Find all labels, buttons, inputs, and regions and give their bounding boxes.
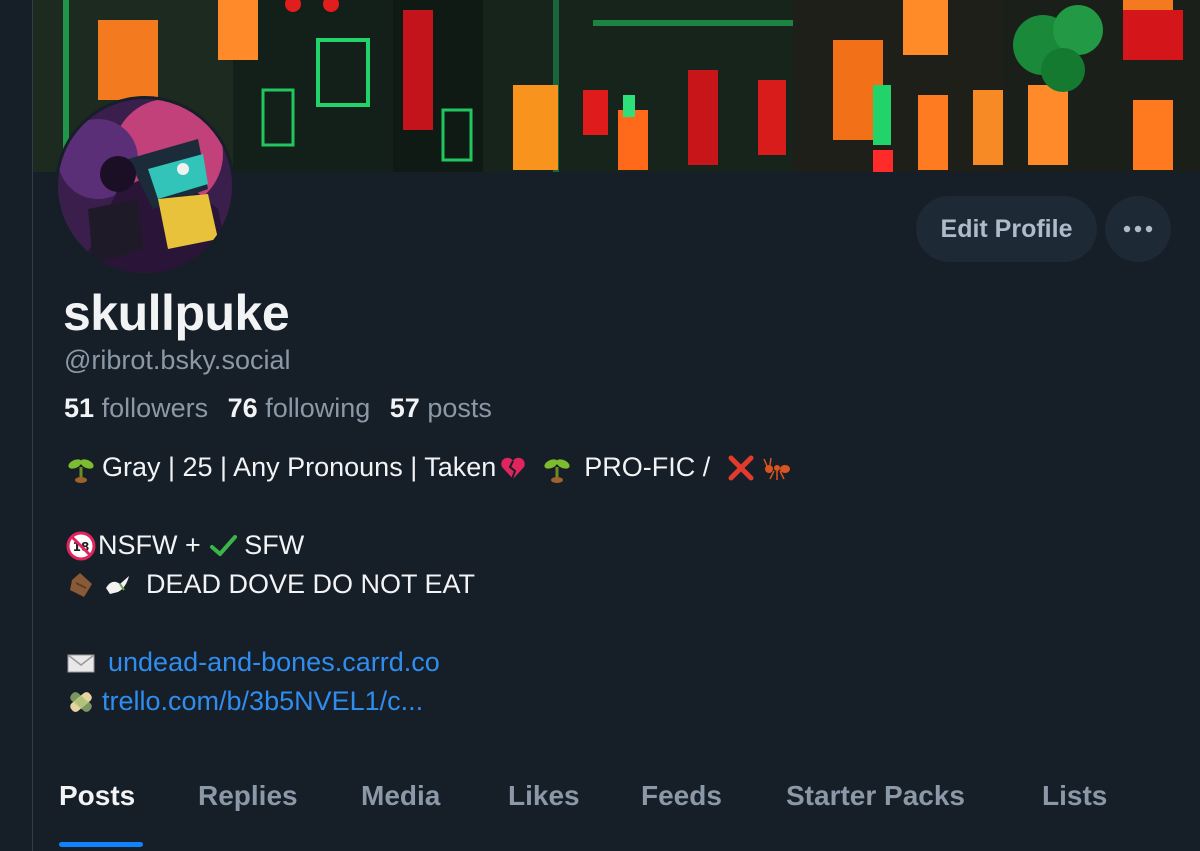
tab-media[interactable]: Media [361, 780, 440, 812]
bio-line-1: Gray | 25 | Any Pronouns | Taken PRO-FIC… [66, 448, 1166, 487]
profile-tabs: Posts Replies Media Likes Feeds Starter … [33, 766, 1200, 851]
tab-feeds[interactable]: Feeds [641, 780, 722, 812]
coffin-icon [70, 572, 92, 597]
seedling-icon [544, 458, 570, 483]
cross-mark-icon [728, 455, 754, 480]
check-mark-icon [210, 534, 238, 556]
tab-likes[interactable]: Likes [508, 780, 580, 812]
envelope-icon [67, 653, 95, 672]
tab-starter-packs[interactable]: Starter Packs [786, 780, 965, 812]
bio-text-2: PRO-FIC / [584, 452, 718, 482]
bio-text-4: SFW [244, 530, 305, 560]
following-link[interactable]: 76 following [228, 393, 371, 423]
posts-count: 57 [389, 393, 420, 423]
bio-line-2: 18 NSFW + SFW [66, 526, 1166, 565]
followers-link[interactable]: 51 followers [64, 393, 208, 423]
bio-line-5: trello.com/b/3b5NVEL1/c... [66, 682, 1166, 721]
profile-bio: Gray | 25 | Any Pronouns | Taken PRO-FIC… [66, 448, 1166, 721]
bio-text-5: DEAD DOVE DO NOT EAT [146, 569, 476, 599]
avatar[interactable] [55, 96, 235, 276]
tab-replies[interactable]: Replies [198, 780, 298, 812]
more-options-button[interactable] [1105, 196, 1171, 262]
bio-line-4: undead-and-bones.carrd.co [66, 643, 1166, 682]
posts-label: posts [427, 393, 492, 423]
followers-label: followers [101, 393, 209, 423]
ant-icon [763, 457, 790, 480]
broken-heart-icon [501, 457, 526, 479]
tab-posts[interactable]: Posts [59, 780, 135, 812]
avatar-image [58, 99, 232, 273]
edit-profile-button[interactable]: Edit Profile [916, 196, 1097, 262]
profile-page: Edit Profile skullpuke @ribrot.bsky.soci… [32, 0, 1200, 851]
display-name: skullpuke [63, 285, 290, 341]
tab-lists[interactable]: Lists [1042, 780, 1107, 812]
followers-count: 51 [64, 393, 95, 423]
active-tab-indicator [59, 842, 143, 847]
bio-text-3: NSFW + [98, 530, 209, 560]
bandage-icon [70, 691, 92, 712]
handle[interactable]: @ribrot.bsky.social [64, 345, 290, 376]
trello-link[interactable]: trello.com/b/3b5NVEL1/c... [102, 682, 423, 721]
bio-line-3: DEAD DOVE DO NOT EAT [66, 565, 1166, 604]
left-gutter [0, 0, 32, 851]
dove-icon [106, 575, 129, 594]
seedling-icon [68, 458, 94, 483]
carrd-link[interactable]: undead-and-bones.carrd.co [108, 643, 440, 682]
profile-stats: 51 followers 76 following 57 posts [64, 393, 492, 424]
no-under-18-icon: 18 [66, 531, 96, 560]
bio-text-1: Gray | 25 | Any Pronouns | Taken [102, 452, 497, 482]
following-label: following [265, 393, 371, 423]
ellipsis-icon [1123, 225, 1153, 233]
following-count: 76 [227, 393, 258, 423]
